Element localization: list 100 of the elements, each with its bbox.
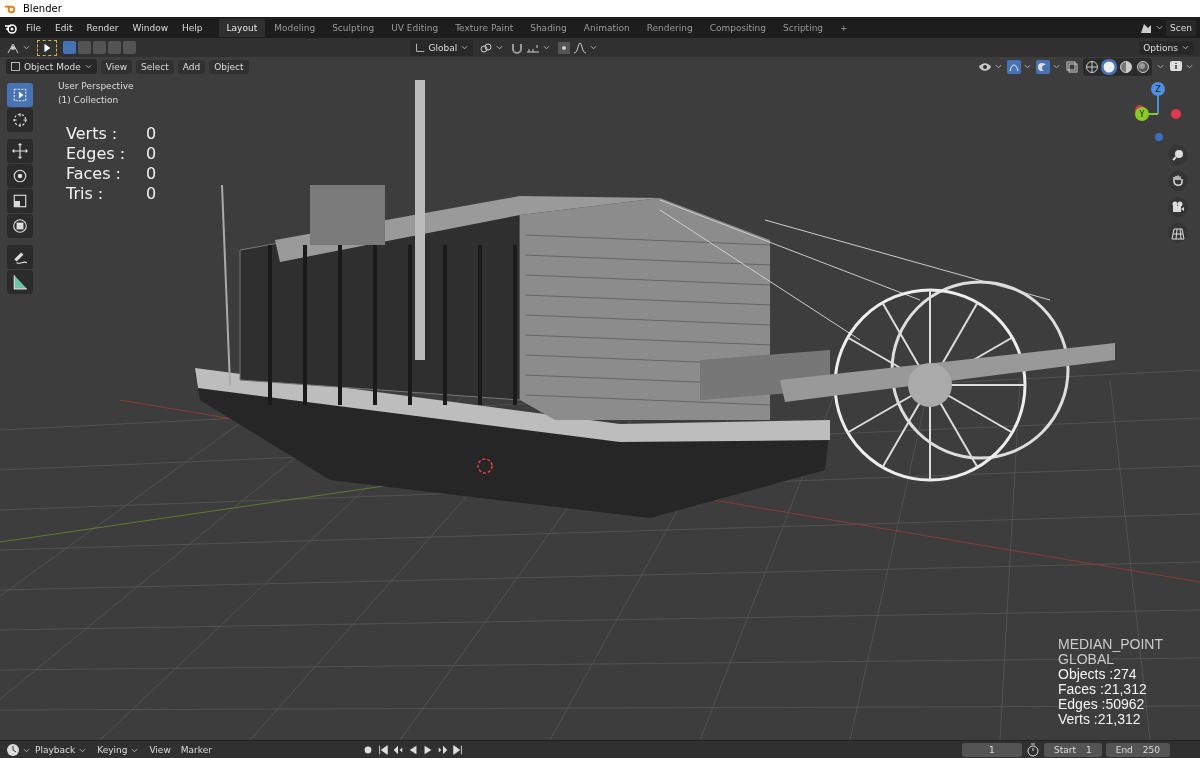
axes-icon (413, 41, 426, 54)
zoom-button[interactable] (1168, 145, 1188, 165)
jump-end-icon[interactable] (451, 744, 464, 756)
transform-icon (12, 218, 28, 234)
stat-value: 0 (146, 184, 158, 203)
stat-label: Faces : (66, 164, 122, 183)
object-mode-icon (10, 61, 21, 72)
workspace-tab[interactable]: Rendering (638, 18, 701, 37)
workspace-tab[interactable]: Shading (522, 18, 575, 37)
caret-icon[interactable] (1181, 43, 1190, 52)
tool-button[interactable] (7, 108, 33, 132)
camera-icon (1171, 200, 1185, 214)
hand-icon (1171, 174, 1185, 188)
shading-mode-button[interactable] (1135, 58, 1151, 75)
timeline-menu[interactable]: Playback (35, 745, 88, 755)
scene-info-line: MEDIAN_POINT (1058, 637, 1163, 652)
mode-dropdown[interactable]: Object Mode (6, 59, 97, 74)
projection-toggle-button[interactable] (1168, 223, 1188, 243)
viewport-menu[interactable]: Add (177, 59, 206, 74)
viewport-menu[interactable]: Object (209, 59, 249, 74)
tool-button[interactable] (7, 189, 33, 213)
caret-icon[interactable] (495, 43, 505, 52)
caret-icon[interactable] (1052, 62, 1061, 71)
stat-label: Tris : (66, 184, 105, 203)
timeline-menu[interactable]: View (149, 745, 171, 755)
caret-icon[interactable] (589, 43, 599, 52)
caret-icon[interactable] (1155, 23, 1165, 32)
viewport-menu[interactable]: View (100, 59, 133, 74)
workspace-tab[interactable]: Texture Paint (447, 18, 522, 37)
caret-icon[interactable] (83, 62, 93, 71)
collection-label: (1) Collection (58, 95, 120, 105)
caret-icon[interactable] (542, 43, 552, 52)
shading-mode-button[interactable] (1084, 58, 1100, 75)
tool-button[interactable] (7, 139, 33, 163)
navigation-gizmo[interactable]: Z Y (1130, 79, 1190, 145)
3d-cursor-icon (477, 458, 493, 474)
workspace-tab[interactable]: Animation (575, 18, 638, 37)
next-keyframe-icon[interactable] (436, 744, 449, 756)
menu-item[interactable]: Help (176, 20, 209, 35)
magnifier-icon (1171, 148, 1185, 162)
stopwatch-icon[interactable] (1025, 743, 1040, 757)
info-icon[interactable] (1169, 59, 1183, 74)
window-title: Blender (23, 3, 62, 14)
tool-button[interactable] (7, 270, 33, 294)
stat-label: Edges : (66, 144, 127, 163)
shading-mode-button[interactable] (1118, 58, 1134, 75)
grid-icon (1171, 226, 1185, 240)
end-frame-field[interactable]: End 250 (1105, 743, 1170, 757)
scene-info-line: Objects :274 (1058, 667, 1138, 682)
workspace-tab[interactable]: Scripting (775, 18, 832, 37)
scale-icon (12, 193, 28, 209)
workspace-tab[interactable]: UV Editing (383, 18, 447, 37)
pan-button[interactable] (1168, 171, 1188, 191)
stat-value: 0 (146, 164, 158, 183)
stat-value: 0 (146, 144, 158, 163)
menu-item[interactable]: Window (126, 20, 175, 35)
scene-info-line: Faces :21,312 (1058, 682, 1148, 697)
select-box-icon (12, 87, 28, 103)
caret-icon[interactable] (1156, 62, 1165, 71)
move-icon (12, 143, 28, 159)
options-dropdown[interactable]: Options (1139, 40, 1194, 55)
shading-mode-button[interactable] (1101, 58, 1117, 75)
scene-info-line: GLOBAL (1058, 652, 1115, 667)
prev-keyframe-icon[interactable] (391, 744, 404, 756)
caret-icon[interactable] (22, 43, 31, 52)
add-workspace-button[interactable]: + (832, 18, 856, 37)
menu-item[interactable]: Edit (49, 20, 79, 35)
view-perspective-label: User Perspective (58, 81, 134, 91)
caret-icon[interactable] (994, 62, 1003, 71)
caret-icon[interactable] (1023, 62, 1032, 71)
workspace-tab[interactable]: Sculpting (324, 18, 383, 37)
menu-item[interactable]: Render (80, 20, 125, 35)
cursor-icon (12, 112, 28, 128)
workspace-tab[interactable]: Compositing (701, 18, 775, 37)
workspace-tab[interactable]: Modeling (266, 18, 324, 37)
jump-start-icon[interactable] (376, 744, 389, 756)
tool-button[interactable] (7, 164, 33, 188)
scene-info-line: Verts :21,312 (1058, 712, 1142, 727)
cursor-arrow-icon (41, 41, 53, 54)
camera-view-button[interactable] (1168, 197, 1188, 217)
active-tool-button[interactable] (37, 39, 57, 56)
viewport-menu[interactable]: Select (136, 59, 174, 74)
menu-item[interactable]: File (20, 20, 48, 35)
caret-icon[interactable] (1185, 62, 1194, 71)
caret-icon[interactable] (460, 43, 470, 52)
start-frame-field[interactable]: Start 1 (1043, 743, 1102, 757)
current-frame-field[interactable]: 1 (961, 743, 1022, 757)
timeline-menu[interactable]: Keying (97, 745, 140, 755)
tool-button[interactable] (7, 214, 33, 238)
scene-info-line: Edges :50962 (1058, 697, 1146, 712)
stat-label: Verts : (66, 124, 119, 143)
ruler-icon (12, 274, 28, 290)
rotate-icon (12, 168, 28, 184)
tool-button[interactable] (7, 245, 33, 269)
timeline-menu[interactable]: Marker (180, 745, 212, 755)
scene-field[interactable]: Scen (1166, 19, 1196, 36)
orientation-dropdown[interactable]: Global (409, 39, 474, 56)
clock-icon[interactable] (6, 743, 20, 757)
workspace-tab[interactable]: Layout (218, 18, 266, 37)
stat-value: 0 (146, 124, 158, 143)
